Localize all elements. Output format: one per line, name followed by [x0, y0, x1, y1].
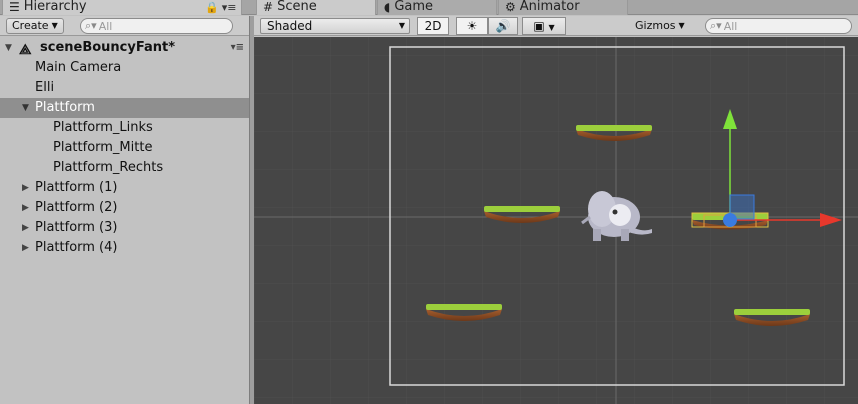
tab-hierarchy-label: Hierarchy [23, 0, 87, 14]
tree-item-label: Plattform (4) [35, 240, 118, 255]
expand-arrow-icon[interactable]: ▼ [22, 98, 29, 118]
tree-item-plattform-links[interactable]: Plattform_Links [0, 118, 249, 138]
tree-item-label: Main Camera [35, 60, 122, 75]
tree-item-plattform-2[interactable]: ▶ Plattform (2) [0, 198, 249, 218]
tab-scene[interactable]: # Scene [256, 0, 376, 15]
search-icon: ⌕▾ [85, 19, 97, 32]
scene-menu-icon[interactable]: ▾≡ [231, 38, 244, 58]
tree-item-plattform-1[interactable]: ▶ Plattform (1) [0, 178, 249, 198]
sun-icon: ☀ [466, 19, 478, 33]
hierarchy-toolbar: Create ▼ ⌕▾ [0, 16, 249, 36]
tree-item-label: Plattform [35, 100, 95, 115]
draw-mode-dropdown[interactable]: Shaded ▼ [260, 18, 410, 34]
lock-icon[interactable]: 🔒 [205, 1, 219, 14]
scene-name: sceneBouncyFant* [40, 40, 176, 55]
expand-arrow-icon[interactable]: ▼ [5, 38, 12, 58]
chevron-down-icon: ▼ [398, 21, 405, 30]
draw-mode-label: Shaded [267, 19, 313, 33]
chevron-down-icon: ▼ [548, 23, 555, 32]
2d-mode-label: 2D [424, 19, 442, 33]
gizmo-center[interactable] [723, 213, 737, 227]
hierarchy-tab-controls: 🔒 ▾≡ [205, 0, 236, 14]
tree-item-label: Plattform_Links [53, 120, 153, 135]
list-icon: ☰ [9, 0, 20, 14]
create-button[interactable]: Create ▼ [6, 18, 64, 34]
tab-scene-label: Scene [277, 0, 317, 14]
hierarchy-search[interactable]: ⌕▾ [80, 18, 233, 34]
expand-arrow-icon[interactable]: ▶ [22, 238, 29, 258]
scene-toolbar: Shaded ▼ 2D ☀ 🔊 ▣ ▼ Gizmos ▼ ⌕▾ [254, 16, 858, 36]
tree-item-plattform-3[interactable]: ▶ Plattform (3) [0, 218, 249, 238]
tree-item-label: Plattform_Rechts [53, 160, 164, 175]
expand-arrow-icon[interactable]: ▶ [22, 218, 29, 238]
scene-viewport[interactable] [254, 37, 858, 404]
2d-mode-button[interactable]: 2D [417, 17, 449, 35]
expand-arrow-icon[interactable]: ▶ [22, 198, 29, 218]
tree-item-main-camera[interactable]: Main Camera [0, 58, 249, 78]
tree-item-label: Plattform (2) [35, 200, 118, 215]
scene-canvas[interactable] [254, 37, 858, 404]
tab-strip: ☰ Hierarchy 🔒 ▾≡ # Scene ◖ Game ⚙ Animat… [0, 0, 858, 15]
create-button-label: Create [12, 19, 49, 32]
tree-item-label: Plattform (1) [35, 180, 118, 195]
effects-dropdown[interactable]: ▣ ▼ [522, 17, 566, 35]
lighting-toggle[interactable]: ☀ [456, 17, 488, 35]
chevron-down-icon: ▼ [678, 21, 685, 30]
chevron-down-icon: ▼ [51, 21, 58, 30]
panel-menu-icon[interactable]: ▾≡ [222, 1, 237, 14]
hierarchy-tree: ▼ ⟁ sceneBouncyFant* ▾≡ Main Camera Elli… [0, 38, 249, 258]
search-icon: ⌕▾ [710, 19, 722, 32]
tree-item-label: Plattform (3) [35, 220, 118, 235]
animator-icon: ⚙ [505, 0, 516, 14]
tree-item-elli[interactable]: Elli [0, 78, 249, 98]
scene-search-input[interactable] [723, 19, 851, 33]
audio-toggle[interactable]: 🔊 [488, 17, 518, 35]
pacman-icon: ◖ [384, 0, 391, 14]
tab-animator-label: Animator [519, 0, 580, 14]
gizmos-dropdown[interactable]: Gizmos ▼ [630, 18, 690, 34]
tree-item-plattform[interactable]: ▼ Plattform [0, 98, 249, 118]
unity-editor: ☰ Hierarchy 🔒 ▾≡ # Scene ◖ Game ⚙ Animat… [0, 0, 858, 404]
scene-root-item[interactable]: ▼ ⟁ sceneBouncyFant* ▾≡ [0, 38, 249, 58]
grid-icon: # [263, 0, 274, 14]
tab-game[interactable]: ◖ Game [377, 0, 497, 15]
expand-arrow-icon[interactable]: ▶ [22, 178, 29, 198]
tab-animator[interactable]: ⚙ Animator [498, 0, 628, 15]
tab-game-label: Game [394, 0, 434, 14]
unity-logo-icon: ⟁ [19, 42, 32, 58]
hierarchy-search-input[interactable] [98, 19, 232, 33]
speaker-icon: 🔊 [495, 19, 511, 33]
scene-search[interactable]: ⌕▾ [705, 18, 852, 34]
tree-item-plattform-rechts[interactable]: Plattform_Rechts [0, 158, 249, 178]
image-icon: ▣ [533, 19, 545, 33]
tree-item-label: Elli [35, 80, 55, 95]
tree-item-plattform-mitte[interactable]: Plattform_Mitte [0, 138, 249, 158]
tree-item-label: Plattform_Mitte [53, 140, 153, 155]
gizmos-label: Gizmos [635, 19, 676, 32]
tree-item-plattform-4[interactable]: ▶ Plattform (4) [0, 238, 249, 258]
